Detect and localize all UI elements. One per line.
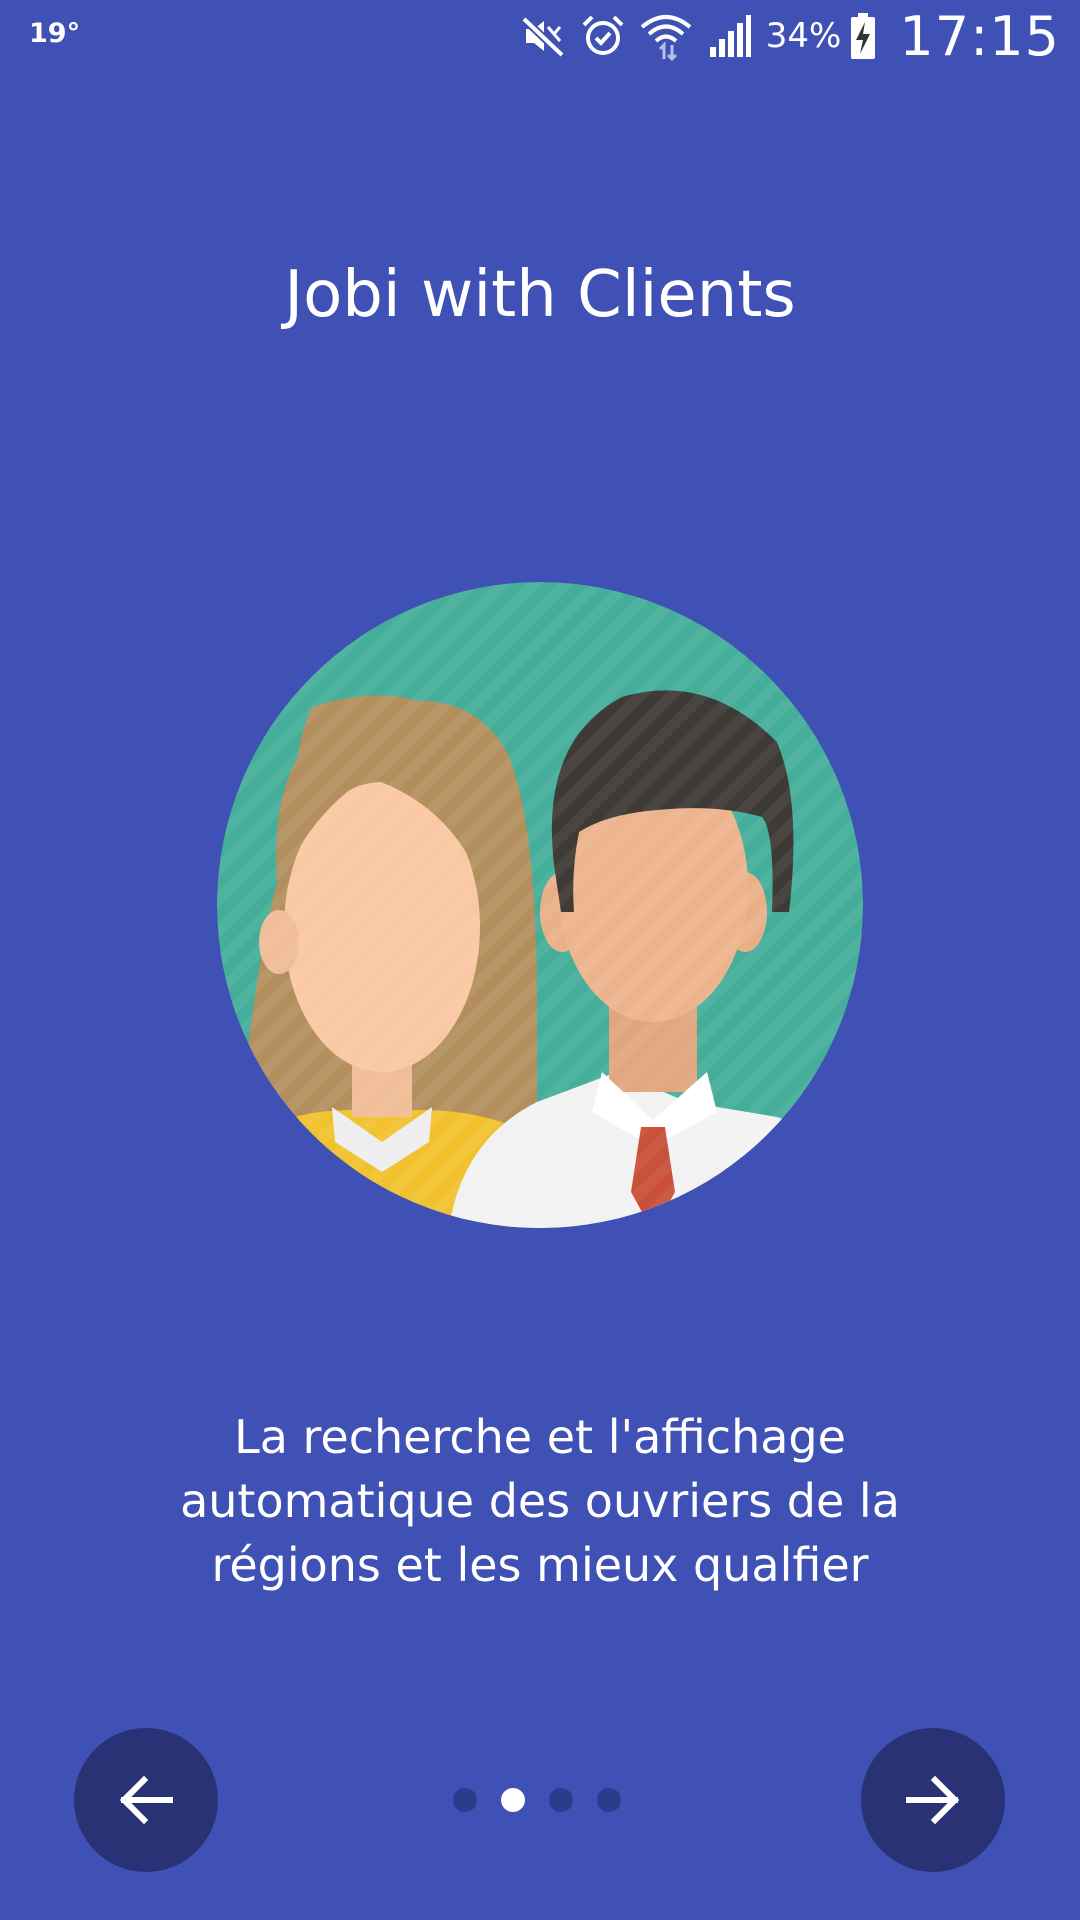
description-line: régions et les mieux qualfier: [211, 1538, 869, 1592]
page-indicator: [453, 1788, 621, 1812]
arrow-left-icon: [119, 1775, 173, 1825]
clients-illustration: [217, 582, 863, 1228]
page-dot-2-active[interactable]: [501, 1788, 525, 1812]
onboarding-description: La recherche et l'affichage automatique …: [120, 1405, 960, 1597]
description-line: automatique des ouvriers de la: [180, 1474, 900, 1528]
page-dot-4[interactable]: [597, 1788, 621, 1812]
page-title: Jobi with Clients: [284, 258, 796, 332]
alarm-icon: [580, 13, 626, 59]
signal-icon: [706, 13, 752, 59]
clock: 17:15: [899, 4, 1060, 68]
wifi-icon: [640, 11, 692, 61]
status-icons: 34% 17:15: [506, 0, 1060, 72]
next-button[interactable]: [861, 1728, 1005, 1872]
description-line: La recherche et l'affichage: [234, 1410, 846, 1464]
battery-percentage: 34%: [765, 16, 842, 56]
mute-icon: [520, 13, 566, 59]
page-dot-3[interactable]: [549, 1788, 573, 1812]
arrow-right-icon: [906, 1775, 960, 1825]
page-dot-1[interactable]: [453, 1788, 477, 1812]
status-bar: 19° 34% 17:15: [0, 0, 1080, 72]
previous-button[interactable]: [74, 1728, 218, 1872]
battery-charging-icon: [849, 12, 877, 60]
weather-temperature: 19°: [29, 18, 81, 49]
